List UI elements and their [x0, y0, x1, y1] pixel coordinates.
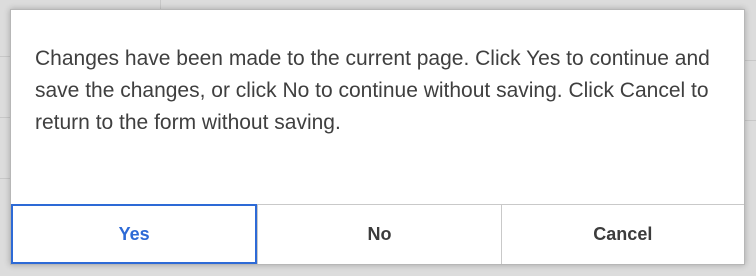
background-divider	[0, 56, 10, 57]
no-button[interactable]: No	[257, 205, 501, 264]
yes-button[interactable]: Yes	[11, 204, 258, 264]
background-divider	[745, 120, 756, 121]
background-divider	[0, 117, 10, 118]
unsaved-changes-dialog: Changes have been made to the current pa…	[10, 9, 745, 265]
background-divider	[745, 60, 756, 61]
dialog-button-bar: Yes No Cancel	[11, 204, 744, 264]
cancel-button[interactable]: Cancel	[500, 205, 744, 264]
background-divider	[0, 178, 10, 179]
dialog-message: Changes have been made to the current pa…	[35, 47, 710, 134]
